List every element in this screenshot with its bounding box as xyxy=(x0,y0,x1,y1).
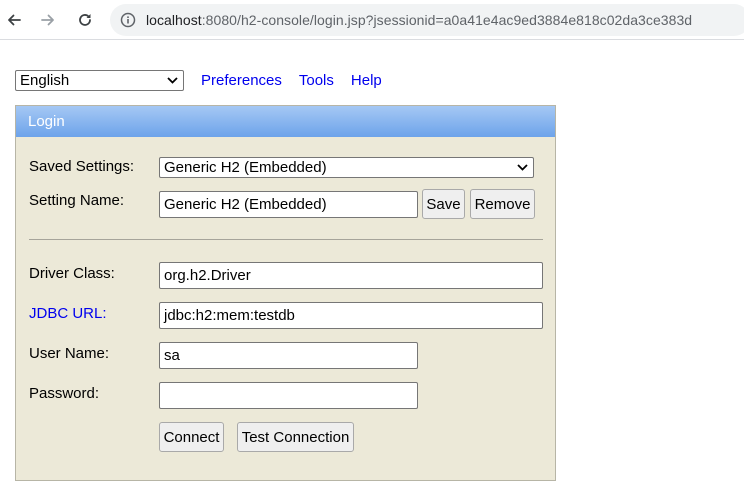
menu-link-tools[interactable]: Tools xyxy=(299,72,334,89)
info-icon[interactable] xyxy=(119,11,137,29)
reload-icon xyxy=(79,14,91,26)
password-label: Password: xyxy=(29,385,100,402)
url-host: localhost xyxy=(146,12,202,28)
menu-link-help[interactable]: Help xyxy=(351,72,382,89)
remove-button[interactable]: Remove xyxy=(470,189,535,219)
chevron-down-icon xyxy=(167,76,178,84)
setting-name-label: Setting Name: xyxy=(29,192,125,209)
language-value: English xyxy=(20,71,70,89)
login-panel: Login Saved Settings: Generic H2 (Embedd… xyxy=(15,105,556,481)
address-bar[interactable]: localhost:8080/h2-console/login.jsp?jses… xyxy=(110,4,744,36)
browser-toolbar: localhost:8080/h2-console/login.jsp?jses… xyxy=(0,0,744,40)
top-menu: English Preferences Tools Help xyxy=(15,69,382,91)
reload-button[interactable] xyxy=(73,8,97,32)
back-button[interactable] xyxy=(2,8,26,32)
login-header: Login xyxy=(16,106,555,137)
url-text[interactable]: localhost:8080/h2-console/login.jsp?jses… xyxy=(146,12,692,28)
user-name-label: User Name: xyxy=(29,345,110,362)
jdbc-url-input[interactable]: jdbc:h2:mem:testdb xyxy=(159,302,543,329)
url-path: :8080/h2-console/login.jsp?jsessionid=a0… xyxy=(201,12,693,28)
save-button[interactable]: Save xyxy=(422,189,465,219)
forward-button[interactable] xyxy=(36,8,60,32)
password-input[interactable] xyxy=(159,382,418,409)
arrow-left-icon xyxy=(8,14,21,26)
connect-button[interactable]: Connect xyxy=(159,422,224,452)
language-select[interactable]: English xyxy=(15,69,184,91)
driver-class-input[interactable]: org.h2.Driver xyxy=(159,262,543,289)
saved-settings-label: Saved Settings: xyxy=(29,158,135,175)
arrow-right-icon xyxy=(41,14,54,26)
saved-settings-select[interactable]: Generic H2 (Embedded) xyxy=(159,157,534,178)
menu-link-preferences[interactable]: Preferences xyxy=(201,72,282,89)
driver-class-label: Driver Class: xyxy=(29,265,115,282)
setting-name-input[interactable]: Generic H2 (Embedded) xyxy=(159,191,418,218)
test-connection-button[interactable]: Test Connection xyxy=(237,422,354,452)
user-name-input[interactable]: sa xyxy=(159,342,418,369)
chevron-down-icon xyxy=(517,164,528,171)
jdbc-url-link[interactable]: JDBC URL: xyxy=(29,305,107,322)
saved-settings-value: Generic H2 (Embedded) xyxy=(164,159,327,176)
divider xyxy=(29,239,543,240)
